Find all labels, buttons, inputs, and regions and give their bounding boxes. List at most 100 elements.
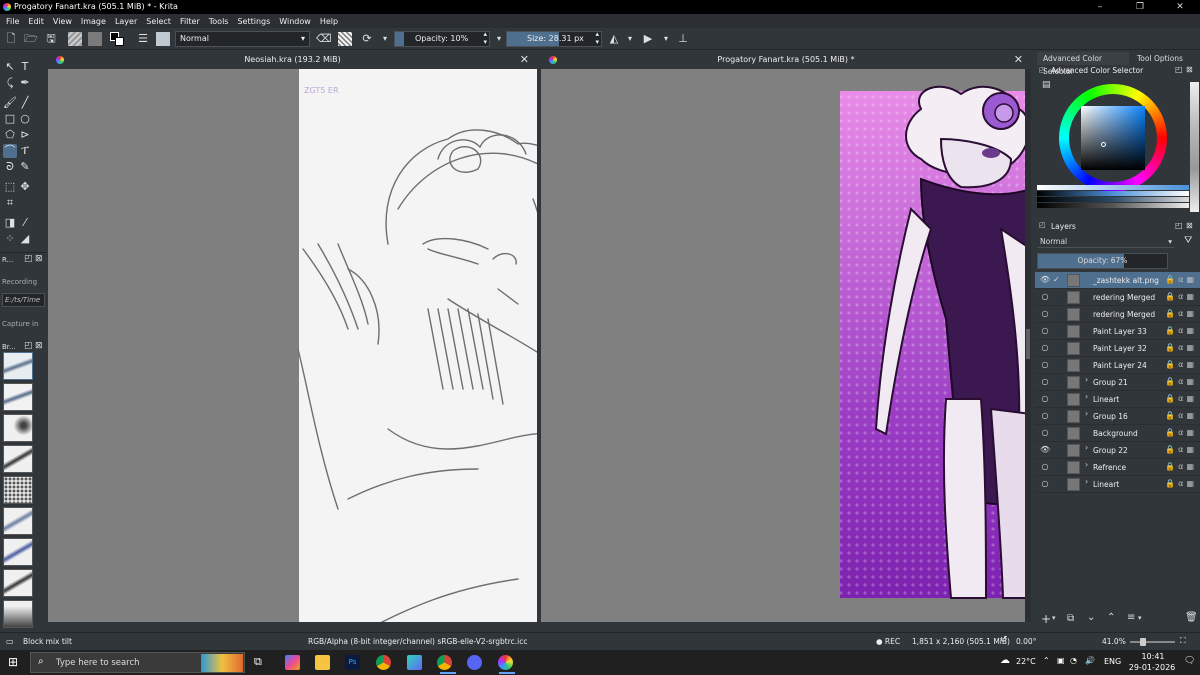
krita-taskbar-icon[interactable] xyxy=(498,655,513,670)
float-docker-icon[interactable]: ◰ xyxy=(24,341,33,351)
crop-tool-icon[interactable]: ⌗ xyxy=(3,196,17,210)
brush-preset-7[interactable] xyxy=(3,538,33,566)
temperature[interactable]: 22°C xyxy=(1016,657,1036,666)
layer-name[interactable]: Group 16 xyxy=(1093,408,1128,425)
freehand-brush-icon[interactable]: 🖌 xyxy=(3,96,17,110)
save-icon[interactable]: 🖫 xyxy=(44,32,58,46)
checkbox-icon[interactable] xyxy=(1053,377,1063,387)
bezier-curve-icon[interactable]: ⌒ xyxy=(3,144,17,158)
menu-select[interactable]: Select xyxy=(146,17,171,26)
layer-lock-alpha-icons[interactable]: 🔒α▦ xyxy=(1165,479,1197,488)
layer-name[interactable]: Background xyxy=(1093,425,1138,442)
close-window-button[interactable]: ✕ xyxy=(1160,0,1200,14)
pattern-preset-icon[interactable] xyxy=(88,32,102,46)
vertical-scrollbar[interactable] xyxy=(1025,69,1031,622)
layer-name[interactable]: redering Merged xyxy=(1093,289,1155,306)
layer-name[interactable]: Refrence xyxy=(1093,459,1126,476)
eye-icon[interactable]: 👁 xyxy=(1040,445,1050,455)
layer-row[interactable]: ○ Paint Layer 24 🔒α▦ xyxy=(1035,357,1200,374)
chevron-right-icon[interactable]: › xyxy=(1085,460,1088,469)
copilot-icon[interactable] xyxy=(285,655,300,670)
brush-size-slider[interactable]: Size: 28.31 px ▴ ▾ xyxy=(506,30,602,47)
layer-lock-alpha-icons[interactable]: 🔒α▦ xyxy=(1165,275,1197,284)
brush-preset-1[interactable] xyxy=(3,352,33,380)
layer-name[interactable]: Paint Layer 32 xyxy=(1093,340,1147,357)
layer-name[interactable]: redering Merged xyxy=(1093,306,1155,323)
menu-window[interactable]: Window xyxy=(279,17,311,26)
zoom-value[interactable]: 41.0% xyxy=(1102,637,1126,646)
minimize-button[interactable]: – xyxy=(1080,0,1120,14)
layer-row[interactable]: ○ Paint Layer 33 🔒α▦ xyxy=(1035,323,1200,340)
layer-properties-icon[interactable]: ≡ xyxy=(1127,612,1135,623)
transform-tool-icon[interactable]: ⬚ xyxy=(3,180,17,194)
brush-preset-4[interactable] xyxy=(3,445,33,473)
brush-preset-icon[interactable] xyxy=(156,32,170,46)
image-dimensions[interactable]: 1,851 x 2,160 (505.1 MiB) xyxy=(912,637,1010,646)
show-hidden-icons[interactable]: ⌃ xyxy=(1043,656,1050,665)
checkbox-icon[interactable] xyxy=(1053,428,1063,438)
artwork-canvas[interactable] xyxy=(541,69,1031,622)
tab-tool-options[interactable]: Tool Options xyxy=(1134,52,1189,65)
layer-row[interactable]: ○ › Group 16 🔒α▦ xyxy=(1035,408,1200,425)
checkbox-icon[interactable] xyxy=(1053,394,1063,404)
duplicate-layer-icon[interactable]: ⧉ xyxy=(1067,613,1074,624)
multibrush-icon[interactable]: ✎ xyxy=(18,160,32,174)
zoom-slider[interactable] xyxy=(1130,638,1175,646)
menu-layer[interactable]: Layer xyxy=(115,17,137,26)
layer-name[interactable]: Lineart xyxy=(1093,391,1119,408)
eye-closed-icon[interactable]: ○ xyxy=(1040,360,1050,370)
layer-row[interactable]: ○ › Refrence 🔒α▦ xyxy=(1035,459,1200,476)
open-document-icon[interactable]: 🗁 xyxy=(24,32,38,46)
layer-row[interactable]: ○ › Lineart 🔒α▦ xyxy=(1035,391,1200,408)
eye-closed-icon[interactable]: ○ xyxy=(1040,343,1050,353)
task-view-icon[interactable]: ⧉ xyxy=(254,655,262,669)
eye-closed-icon[interactable]: ○ xyxy=(1040,428,1050,438)
maximize-button[interactable]: ❐ xyxy=(1120,0,1160,14)
taskbar-search-box[interactable]: ⌕ Type here to search xyxy=(30,652,245,673)
layer-lock-alpha-icons[interactable]: 🔒α▦ xyxy=(1165,428,1197,437)
checkbox-icon[interactable] xyxy=(1053,411,1063,421)
menu-tools[interactable]: Tools xyxy=(209,17,229,26)
close-docker-icon[interactable]: ⊠ xyxy=(35,254,43,264)
layer-lock-alpha-icons[interactable]: 🔒α▦ xyxy=(1165,309,1197,318)
chevron-down-icon[interactable]: ▾ xyxy=(659,32,673,46)
menu-image[interactable]: Image xyxy=(81,17,106,26)
filter-icon[interactable]: ⛛ xyxy=(1184,235,1192,246)
chevron-down-icon[interactable]: ▾ xyxy=(492,32,506,46)
tab-progatory-fanart[interactable]: Progatory Fanart.kra (505.1 MiB) * ✕ xyxy=(541,51,1031,69)
move-layer-down-icon[interactable]: ⌄ xyxy=(1087,612,1095,623)
layer-lock-alpha-icons[interactable]: 🔒α▦ xyxy=(1165,462,1197,471)
photoshop-icon[interactable]: Ps xyxy=(345,655,360,670)
brush-settings-icon[interactable]: ☰ xyxy=(136,32,150,46)
eye-closed-icon[interactable]: ○ xyxy=(1040,479,1050,489)
language-indicator[interactable]: ENG xyxy=(1104,657,1121,666)
file-explorer-icon[interactable] xyxy=(315,655,330,670)
menu-edit[interactable]: Edit xyxy=(28,17,44,26)
close-docker-icon[interactable]: ⊠ xyxy=(1186,221,1193,230)
polygon-tool-icon[interactable]: ⬠ xyxy=(3,128,17,142)
fullscreen-icon[interactable]: ⛶ xyxy=(1180,636,1186,646)
layer-lock-alpha-icons[interactable]: 🔒α▦ xyxy=(1165,360,1197,369)
recording-path-input[interactable]: E:/ts/Time xyxy=(2,293,45,307)
menu-help[interactable]: Help xyxy=(320,17,338,26)
layer-name[interactable]: Paint Layer 24 xyxy=(1093,357,1147,374)
layer-blend-mode-select[interactable]: Normal ▾ xyxy=(1037,235,1174,248)
color-selector-float-icon[interactable]: ◰ xyxy=(1039,66,1046,74)
chrome-profile-icon[interactable] xyxy=(437,655,452,670)
layer-lock-alpha-icons[interactable]: 🔒α▦ xyxy=(1165,326,1197,335)
gradient-tool-icon[interactable]: ◨ xyxy=(3,216,17,230)
chevron-down-icon[interactable]: ▾ xyxy=(378,32,392,46)
add-layer-icon[interactable]: + xyxy=(1041,612,1051,626)
shade-strip-2[interactable] xyxy=(1037,191,1189,196)
chevron-right-icon[interactable]: › xyxy=(1085,443,1088,452)
spin-arrows-icon[interactable]: ▴ ▾ xyxy=(483,30,487,46)
reload-preset-icon[interactable]: ⟳ xyxy=(360,32,374,46)
layer-row[interactable]: 👁 ✓ _zashtekk alt.png 🔒α▦ xyxy=(1035,272,1200,289)
brush-preset-2[interactable] xyxy=(3,383,33,411)
layer-name[interactable]: Lineart xyxy=(1093,476,1119,493)
clock-date[interactable]: 29-01-2026 xyxy=(1126,663,1178,672)
volume-icon[interactable]: 🔊 xyxy=(1085,656,1095,665)
menu-view[interactable]: View xyxy=(53,17,72,26)
checkbox-icon[interactable] xyxy=(1053,462,1063,472)
polyline-tool-icon[interactable]: ⊳ xyxy=(18,128,32,142)
